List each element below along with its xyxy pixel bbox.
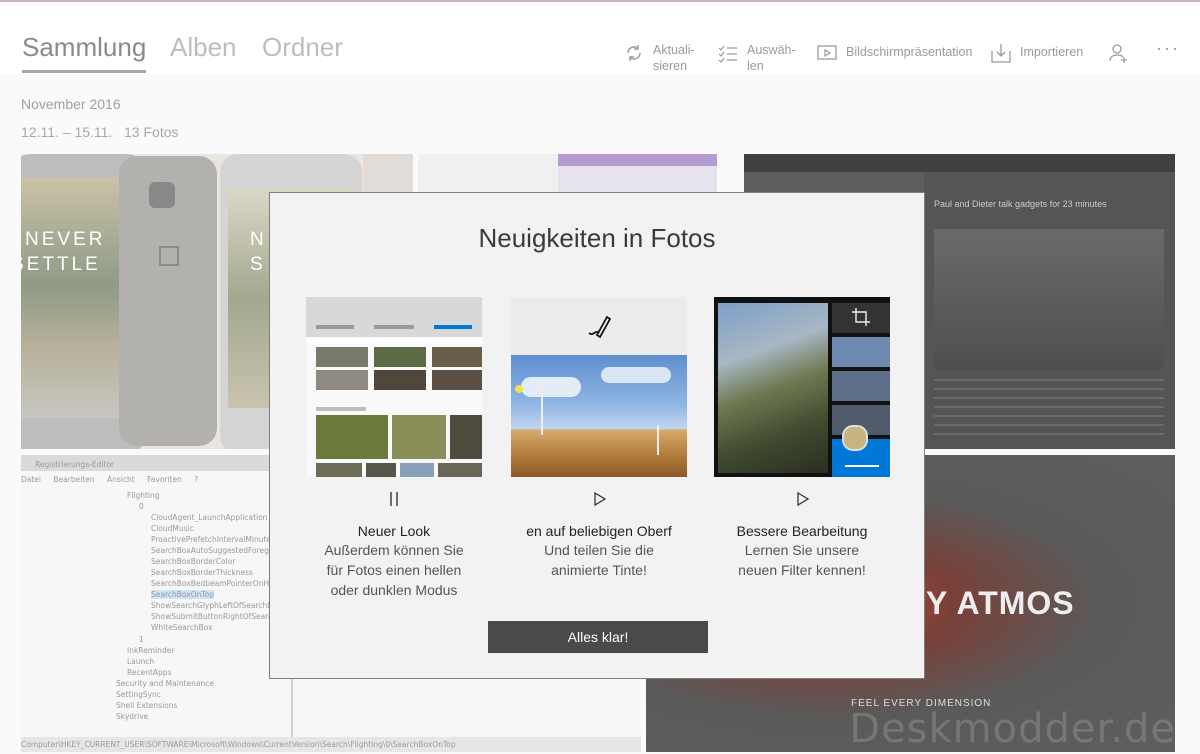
app-header: Sammlung Alben Ordner Aktuali-sieren Aus…: [0, 2, 1200, 74]
slideshow-button[interactable]: Bildschirmpräsentation: [816, 42, 972, 64]
feature-ink: en auf beliebigen Oberf Und teilen Sie d…: [511, 297, 687, 580]
photo-count: 13 Fotos: [124, 124, 179, 140]
feature-new-look: Neuer Look Außerdem können Sie für Fotos…: [306, 297, 482, 600]
phone-text-never: NEVER: [25, 229, 106, 250]
more-icon: ···: [1156, 38, 1180, 58]
refresh-icon: [627, 45, 641, 61]
phone-back: [119, 156, 217, 446]
select-label-2: len: [747, 59, 764, 73]
feature-ink-image: [511, 297, 687, 477]
more-button[interactable]: ···: [1156, 38, 1180, 59]
select-label-1: Auswäh-: [747, 43, 796, 57]
feature-editing-desc: Lernen Sie unsere neuen Filter kennen!: [738, 542, 866, 578]
refresh-button[interactable]: Aktuali-sieren: [623, 42, 695, 74]
regedit-path: Computer\HKEY_CURRENT_USER\SOFTWARE\Micr…: [21, 740, 456, 749]
tab-alben[interactable]: Alben: [170, 32, 237, 63]
import-button[interactable]: Importieren: [990, 42, 1083, 64]
select-list-icon: [718, 45, 737, 63]
pen-icon: [588, 315, 612, 339]
feature-new-look-title: Neuer Look: [357, 523, 431, 539]
feature-new-look-pause[interactable]: [306, 483, 482, 515]
feature-ink-desc: Und teilen Sie die animierte Tinte!: [544, 542, 654, 578]
feature-ink-play[interactable]: [511, 483, 687, 515]
feature-editing-title: Bessere Bearbeitung: [736, 523, 868, 539]
slideshow-label: Bildschirmpräsentation: [846, 45, 973, 59]
phone-text-settle: SETTLE: [21, 254, 101, 275]
month-heading: November 2016: [21, 96, 121, 112]
atmos-text: Y ATMOS: [926, 585, 1075, 621]
add-person-button[interactable]: [1108, 42, 1138, 64]
pause-icon: [390, 492, 398, 506]
feature-ink-title: en auf beliebigen Oberf: [526, 523, 672, 539]
ok-button[interactable]: Alles klar!: [488, 621, 708, 653]
regedit-title: Registrierungs-Editor: [35, 460, 115, 469]
feature-new-look-desc: Außerdem können Sie für Fotos einen hell…: [324, 542, 464, 598]
refresh-label-1: Aktuali-: [653, 43, 695, 57]
date-range-text: 12.11. – 15.11.: [21, 124, 113, 140]
article-title: Paul and Dieter talk gadgets for 23 minu…: [934, 199, 1107, 209]
feature-new-look-image: [306, 297, 482, 477]
tab-sammlung[interactable]: Sammlung: [22, 32, 146, 63]
refresh-label-2: sieren: [653, 59, 688, 73]
tab-ordner[interactable]: Ordner: [262, 32, 343, 63]
import-icon: [991, 44, 1011, 63]
slideshow-icon: [817, 45, 837, 60]
import-label: Importieren: [1020, 45, 1084, 59]
select-button[interactable]: Auswäh-len: [717, 42, 796, 74]
regedit-menu: Datei Bearbeiten Ansicht Favoriten ?: [21, 475, 199, 484]
watermark: Deskmodder.de: [849, 706, 1176, 752]
date-range: 12.11. – 15.11. 13 Fotos: [21, 124, 179, 140]
active-tab-indicator: [22, 70, 146, 73]
dialog-title: Neuigkeiten in Fotos: [478, 223, 716, 253]
play-icon: [797, 491, 810, 507]
feature-editing-play[interactable]: [714, 483, 890, 515]
feature-editing: Bessere Bearbeitung Lernen Sie unsere ne…: [714, 297, 890, 580]
play-icon: [594, 491, 607, 507]
crop-icon: [852, 308, 870, 326]
whats-new-dialog: Neuigkeiten in Fotos Neuer Look Außerdem…: [269, 192, 925, 679]
feature-editing-image: [714, 297, 890, 477]
person-add-icon: [1109, 44, 1127, 63]
